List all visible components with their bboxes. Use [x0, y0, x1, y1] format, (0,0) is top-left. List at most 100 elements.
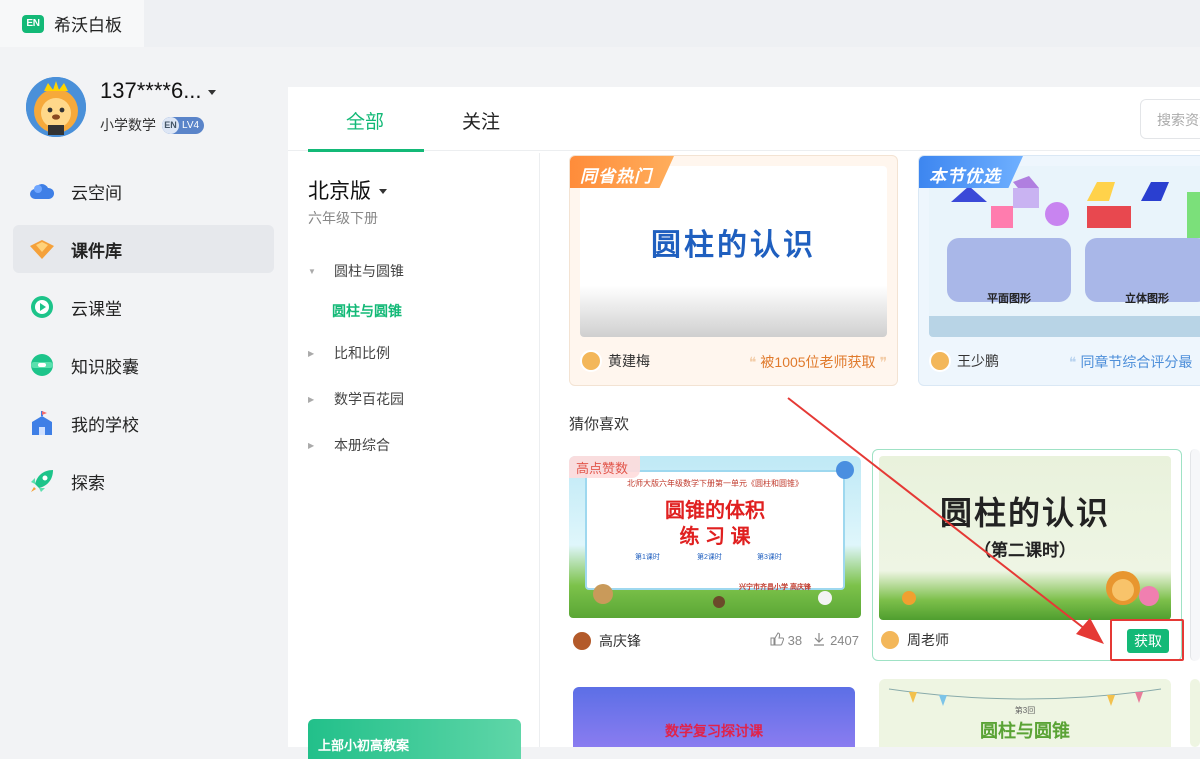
grade-label: 六年级下册 — [308, 210, 378, 226]
caret-down-icon[interactable] — [379, 188, 387, 194]
book-tree: 北京版 六年级下册 ▼ 圆柱与圆锥 圆柱与圆锥 ▶ 比和比例 ▶ 数学百花园 ▶… — [288, 153, 538, 759]
sidebar-item-cloud-class[interactable]: 云课堂 — [13, 283, 274, 331]
courseware-card-clipped[interactable] — [1190, 449, 1200, 661]
note-text: 被1005位老师获取 — [760, 354, 876, 370]
thumb-title: 圆柱与圆锥 — [980, 721, 1070, 741]
school-icon — [29, 410, 55, 436]
avatar[interactable] — [26, 77, 86, 137]
tree-item-label: 数学百花园 — [334, 391, 404, 407]
card-note: ❝ 被1005位老师获取 ❞ — [749, 352, 887, 372]
author-name: 黄建梅 — [608, 353, 650, 369]
app-tab[interactable]: EN 希沃白板 — [0, 0, 144, 47]
edition-selector[interactable]: 北京版 — [308, 175, 387, 205]
sidebar-item-label: 云课堂 — [71, 299, 122, 319]
username[interactable]: 137****6... — [100, 78, 216, 104]
chevron-down-icon: ▼ — [308, 266, 316, 276]
card-footer: 黄建梅 — [580, 348, 650, 374]
shapes-illustration — [929, 176, 1200, 337]
tree-subitem-selected[interactable]: 圆柱与圆锥 — [332, 301, 402, 321]
courseware-card-clipped[interactable] — [1190, 679, 1200, 747]
downloads-count: 2407 — [830, 633, 859, 648]
author-avatar — [879, 629, 901, 651]
tab-active-indicator — [308, 149, 424, 152]
courseware-card[interactable]: 第3回 圆柱与圆锥 — [879, 679, 1171, 747]
quote-open-icon: ❝ — [748, 354, 761, 370]
sidebar-nav: 云空间 课件库 云课堂 知识胶囊 我的学校 探索 — [13, 167, 274, 515]
featured-card-province-hot[interactable]: 圆柱的认识 同省热门 黄建梅 ❝ 被1005位老师获取 ❞ — [569, 155, 898, 386]
quote-open-icon: ❝ — [1069, 354, 1081, 370]
subject-text: 小学数学 — [100, 117, 156, 133]
author-avatar — [929, 350, 951, 372]
tab-all[interactable]: 全部 — [346, 107, 384, 134]
sidebar-item-label: 我的学校 — [71, 415, 139, 435]
card-footer: 周老师 — [879, 627, 949, 653]
content-divider — [539, 153, 540, 747]
courseware-thumbnail: 平面图形 立体图形 — [929, 166, 1200, 337]
user-subject: 小学数学 EN LV4 — [100, 115, 205, 135]
courseware-card[interactable]: 北师大版六年级数学下册第一单元《圆柱和圆锥》 圆锥的体积 练 习 课 第1课时 … — [569, 456, 861, 659]
main-panel: 全部 关注 搜索资源 北京版 六年级下册 ▼ 圆柱与圆锥 圆柱与圆锥 ▶ 比和比… — [288, 87, 1200, 759]
tab-follow[interactable]: 关注 — [462, 107, 500, 134]
sidebar-item-knowledge-capsule[interactable]: 知识胶囊 — [13, 341, 274, 389]
card-footer: 高庆锋 — [571, 628, 641, 654]
annotation-highlight-box — [1110, 619, 1184, 661]
sidebar-item-explore[interactable]: 探索 — [13, 457, 274, 505]
card-stats: 38 2407 — [770, 632, 859, 649]
thumb-decoration — [902, 571, 1159, 606]
author-avatar — [571, 630, 593, 652]
chevron-right-icon: ▶ — [308, 348, 315, 358]
thumb-title: 数学复习探讨课 — [665, 723, 763, 739]
level-prefix: EN — [162, 116, 179, 134]
search-input[interactable]: 搜索资源 — [1140, 99, 1200, 139]
thumb-small-text: 第3回 — [1014, 706, 1036, 715]
level-badge: EN LV4 — [162, 116, 205, 134]
author-avatar — [580, 350, 602, 372]
cloud-icon — [29, 178, 55, 204]
caret-down-icon[interactable] — [207, 89, 216, 95]
tab-bar: 全部 关注 搜索资源 — [288, 87, 1200, 152]
app-name: 希沃白板 — [54, 16, 122, 35]
tree-item-label: 比和比例 — [334, 345, 390, 361]
featured-card-section-best[interactable]: 平面图形 立体图形 本节优选 王少鹏 ❝ 同章节综合评分最 — [918, 155, 1200, 386]
sidebar-item-my-school[interactable]: 我的学校 — [13, 399, 274, 447]
courseware-card[interactable]: 数学复习探讨课 — [573, 687, 855, 747]
author-name: 王少鹏 — [957, 353, 999, 369]
rocket-icon — [29, 468, 55, 494]
courseware-thumbnail: 圆柱的认识 （第二课时） — [879, 456, 1171, 620]
tag-province-hot: 同省热门 — [570, 156, 674, 188]
tree-item-label: 本册综合 — [334, 437, 390, 453]
sidebar-item-label: 云空间 — [71, 183, 122, 203]
thumbs-up-icon — [770, 632, 784, 649]
section-title-guess: 猜你喜欢 — [569, 416, 630, 433]
tag-section-best: 本节优选 — [919, 156, 1023, 188]
sidebar-item-label: 知识胶囊 — [71, 357, 139, 377]
thumb-label: 平面图形 — [987, 293, 1031, 305]
tree-item-book-review[interactable]: ▶ 本册综合 — [308, 435, 390, 455]
tree-item-ratio[interactable]: ▶ 比和比例 — [308, 343, 390, 363]
tree-item-label: 圆柱与圆锥 — [334, 263, 404, 279]
promo-banner[interactable]: 上部小初高教案 — [308, 719, 521, 759]
card-note: ❝ 同章节综合评分最 — [1069, 352, 1192, 372]
thumb-decoration — [593, 461, 854, 608]
thumb-label: 立体图形 — [1125, 293, 1169, 305]
badge-high-likes: 高点赞数 — [569, 456, 641, 478]
chevron-right-icon: ▶ — [308, 440, 315, 450]
sidebar-item-label: 课件库 — [71, 241, 122, 261]
courseware-icon — [29, 236, 55, 262]
edition-label: 北京版 — [308, 180, 371, 203]
capsule-icon — [29, 352, 55, 378]
tree-item-math-garden[interactable]: ▶ 数学百花园 — [308, 389, 404, 409]
courseware-thumbnail: 北师大版六年级数学下册第一单元《圆柱和圆锥》 圆锥的体积 练 习 课 第1课时 … — [569, 456, 861, 618]
sidebar-item-cloud-space[interactable]: 云空间 — [13, 167, 274, 215]
courseware-thumbnail: 圆柱的认识 — [580, 166, 887, 337]
play-icon — [29, 294, 55, 320]
author-name: 高庆锋 — [599, 633, 641, 649]
card-footer: 王少鹏 — [929, 348, 999, 374]
tree-item-cylinder-cone[interactable]: ▼ 圆柱与圆锥 — [308, 261, 404, 281]
username-text: 137****6... — [100, 78, 202, 103]
download-icon — [812, 632, 826, 649]
title-bar: EN 希沃白板 — [0, 0, 1200, 47]
sidebar-item-label: 探索 — [71, 473, 105, 493]
sidebar-item-courseware[interactable]: 课件库 — [13, 225, 274, 273]
level-text: LV4 — [182, 119, 200, 131]
